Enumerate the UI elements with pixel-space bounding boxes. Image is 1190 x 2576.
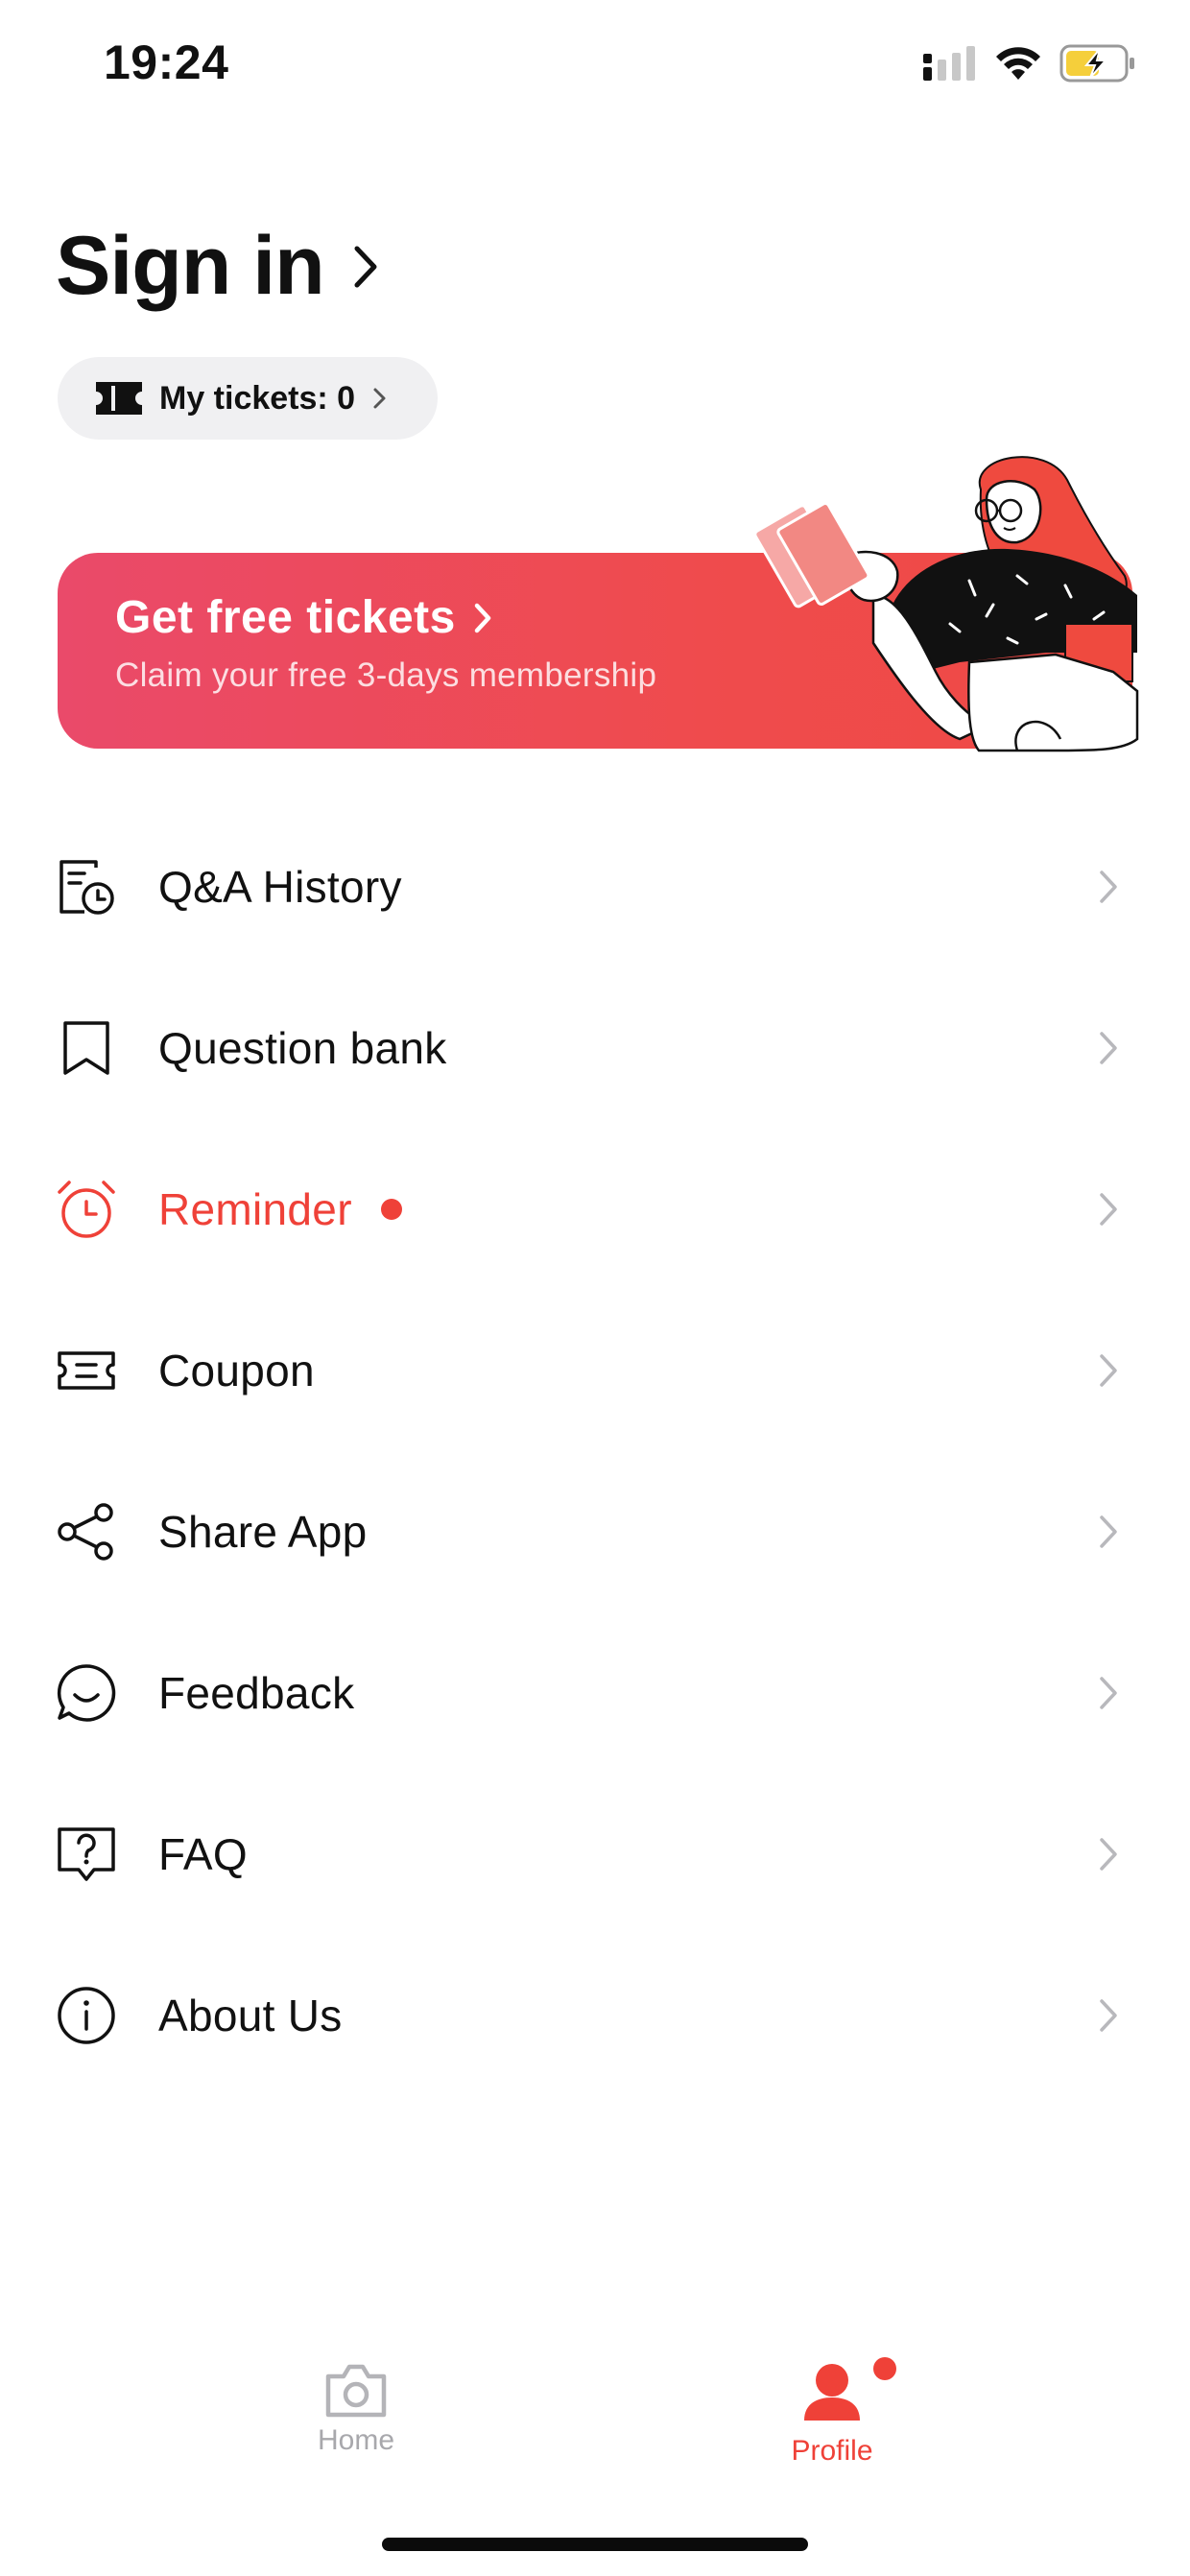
coupon-icon <box>58 1351 115 1390</box>
menu-label: About Us <box>158 1991 343 2040</box>
chevron-right-icon <box>1100 1838 1117 1871</box>
camera-icon <box>325 2364 387 2418</box>
banner-subtitle: Claim your free 3-days membership <box>115 656 657 694</box>
my-tickets-button[interactable]: My tickets: 0 <box>58 357 438 440</box>
banner-title: Get free tickets <box>115 592 456 643</box>
chevron-right-icon <box>373 388 386 409</box>
tab-home[interactable]: Home <box>260 2361 452 2457</box>
info-icon <box>58 1987 115 2044</box>
chevron-right-icon <box>1100 1999 1117 2032</box>
menu-item-feedback[interactable]: Feedback <box>0 1612 1190 1774</box>
chevron-right-icon <box>1100 1193 1117 1226</box>
profile-icon-wrap <box>798 2357 896 2429</box>
my-tickets-label: My tickets: 0 <box>159 379 356 417</box>
home-indicator <box>382 2538 808 2551</box>
cellular-signal-icon <box>923 46 975 81</box>
menu-item-question-bank[interactable]: Question bank <box>0 967 1190 1129</box>
sign-in-title: Sign in <box>56 220 325 312</box>
history-document-icon <box>60 860 114 915</box>
tab-profile-label: Profile <box>791 2435 873 2467</box>
banner-title-row: Get free tickets <box>115 591 492 644</box>
ticket-icon <box>96 382 142 415</box>
chevron-right-icon <box>1100 1677 1117 1709</box>
menu-item-faq[interactable]: FAQ <box>0 1774 1190 1935</box>
menu-label: Question bank <box>158 1023 447 1073</box>
menu-item-coupon[interactable]: Coupon <box>0 1290 1190 1451</box>
battery-charging-icon <box>1059 44 1134 83</box>
menu-label: Share App <box>158 1507 368 1557</box>
chevron-right-icon <box>1100 871 1117 903</box>
menu-label: Q&A History <box>158 862 402 912</box>
bookmark-icon <box>63 1021 109 1075</box>
share-icon <box>58 1503 113 1561</box>
question-bubble-icon <box>58 1827 115 1881</box>
chevron-right-icon <box>1100 1354 1117 1387</box>
menu-item-qa-history[interactable]: Q&A History <box>0 806 1190 967</box>
menu-label: Reminder <box>158 1184 352 1234</box>
status-time: 19:24 <box>104 36 229 89</box>
status-icons <box>923 42 1138 84</box>
menu-item-reminder[interactable]: Reminder <box>0 1129 1190 1290</box>
menu-item-share-app[interactable]: Share App <box>0 1451 1190 1612</box>
tab-profile[interactable]: Profile <box>736 2357 928 2468</box>
chevron-right-icon <box>1100 1515 1117 1548</box>
menu-label: FAQ <box>158 1829 248 1879</box>
menu-label: Feedback <box>158 1668 355 1718</box>
person-icon <box>804 2364 860 2421</box>
notification-dot <box>380 1198 402 1220</box>
alarm-clock-icon <box>58 1181 115 1238</box>
chevron-right-icon <box>1100 1032 1117 1064</box>
menu-label-reminder: Reminder <box>158 1183 402 1235</box>
sign-in-link[interactable]: Sign in <box>56 219 380 314</box>
menu-label: Coupon <box>158 1346 315 1395</box>
wifi-icon <box>996 47 1040 80</box>
notification-dot <box>873 2357 896 2380</box>
tab-home-label: Home <box>317 2424 395 2456</box>
feedback-smile-icon <box>57 1664 116 1722</box>
chevron-right-icon <box>474 603 491 632</box>
chevron-right-icon <box>354 246 377 287</box>
woman-holding-tickets-illustration <box>753 456 1139 752</box>
menu-item-about-us[interactable]: About Us <box>0 1935 1190 2096</box>
